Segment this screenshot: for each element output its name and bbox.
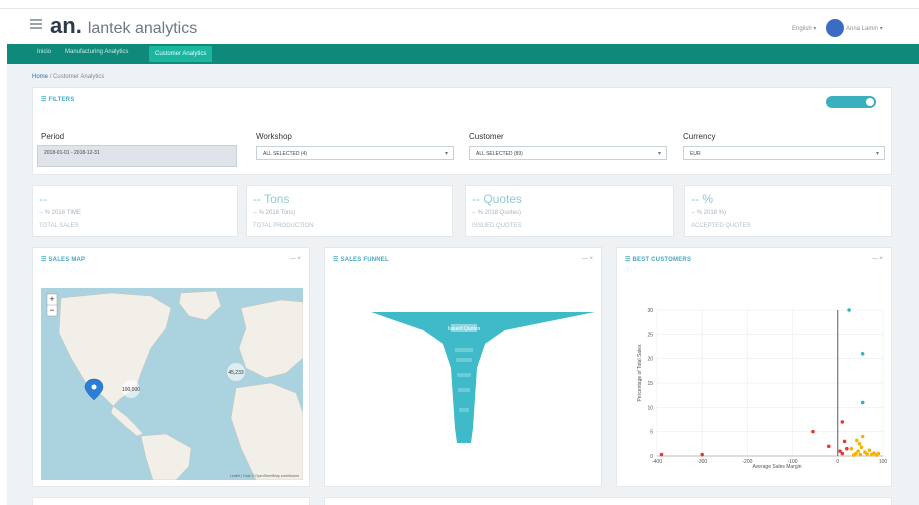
kpi-production-delta: -- % 2018 Tons) bbox=[253, 210, 296, 216]
x-tick-label: 100 bbox=[879, 459, 888, 465]
workshop-label: Workshop bbox=[256, 132, 292, 141]
funnel-chart: Issued Quotes bbox=[371, 312, 595, 443]
currency-label: Currency bbox=[683, 132, 716, 141]
zoom-in-button[interactable]: + bbox=[49, 294, 54, 304]
kpi-production-value: -- Tons bbox=[253, 192, 290, 206]
scatter-point[interactable] bbox=[860, 352, 865, 356]
scatter-point[interactable] bbox=[826, 444, 831, 449]
tab-home[interactable]: Inicio bbox=[37, 49, 51, 55]
sales-funnel-panel: ☰ SALES FUNNEL — × Issued Quotes bbox=[324, 247, 602, 487]
map-cluster-label: 100,000 bbox=[122, 387, 140, 393]
scatter-point[interactable] bbox=[840, 420, 845, 424]
kpi-quotes-label: ISSUED QUOTES bbox=[472, 223, 522, 229]
scatter-point[interactable] bbox=[865, 452, 869, 456]
kpi-sales-value: -- bbox=[39, 192, 47, 206]
sales-map-title: ☰ SALES MAP bbox=[41, 257, 86, 263]
scatter-point[interactable] bbox=[700, 452, 704, 457]
logo-mark: an bbox=[50, 13, 76, 38]
tab-manufacturing-analytics[interactable]: Manufacturing Analytics bbox=[65, 49, 128, 55]
y-tick-label: 10 bbox=[647, 405, 653, 411]
main-nav: Inicio Manufacturing Analytics Customer … bbox=[7, 44, 919, 64]
funnel-body[interactable] bbox=[371, 312, 595, 443]
scatter-point[interactable] bbox=[860, 434, 865, 439]
map-attribution: Leaflet | Data © OpenStreetMap contribut… bbox=[230, 474, 299, 478]
panel-controls[interactable]: — × bbox=[582, 256, 593, 262]
kpi-card-sales: -- -- % 2018 TIME TOTAL SALES bbox=[32, 185, 238, 237]
map-zoom-control[interactable]: + − bbox=[46, 293, 58, 317]
scatter-point[interactable] bbox=[860, 400, 865, 405]
y-tick-label: 20 bbox=[647, 357, 653, 363]
x-tick-label: 0 bbox=[836, 459, 839, 465]
kpi-sales-delta: -- % 2018 TIME bbox=[39, 210, 81, 216]
scatter-point[interactable] bbox=[876, 451, 881, 456]
kpi-accepted-value: -- % bbox=[691, 192, 713, 206]
y-axis-label: Percentage of Total Sales bbox=[637, 344, 643, 401]
top-bar: an. lantek analytics English ▾ Anna Lami… bbox=[0, 8, 919, 44]
x-tick-label: -300 bbox=[697, 459, 707, 465]
map-cluster-label: 45,233 bbox=[228, 370, 244, 376]
best-customers-panel: ☰ BEST CUSTOMERS — × 0 5 10 15 20 25 30 -400 -30… bbox=[616, 247, 892, 487]
kpi-production-label: TOTAL PRODUCTION bbox=[253, 223, 314, 229]
y-tick-label: 15 bbox=[647, 381, 653, 387]
scatter-point[interactable] bbox=[858, 452, 863, 457]
period-field[interactable]: 2018-01-01 - 2018-12-31 bbox=[37, 145, 237, 167]
scatter-point[interactable] bbox=[840, 451, 845, 456]
scatter-point[interactable] bbox=[842, 439, 847, 444]
sales-map-panel: ☰ SALES MAP — × + − 100,000 45,233 Leafl… bbox=[32, 247, 310, 487]
logo: an. lantek analytics bbox=[50, 13, 198, 38]
workshop-select[interactable]: ALL SELECTED (4) ▾ bbox=[256, 146, 454, 160]
breadcrumb-home[interactable]: Home bbox=[32, 74, 48, 80]
scatter-chart: 051015202530-400 -300 -200 -100 0 100 Average… bbox=[637, 308, 888, 470]
filters-toggle[interactable] bbox=[826, 96, 876, 108]
scatter-point[interactable] bbox=[867, 448, 872, 452]
sales-funnel-title: ☰ SALES FUNNEL bbox=[333, 257, 389, 263]
funnel-top-label: Issued Quotes bbox=[448, 326, 481, 332]
y-tick-label: 5 bbox=[650, 430, 653, 436]
scatter-point[interactable] bbox=[847, 308, 851, 312]
panel-controls[interactable]: — × bbox=[290, 256, 301, 262]
kpi-sales-label: TOTAL SALES bbox=[39, 223, 79, 229]
user-avatar[interactable] bbox=[826, 19, 844, 37]
x-axis-label: Average Sales Margin bbox=[752, 464, 801, 470]
scatter-point[interactable] bbox=[811, 429, 815, 434]
scatter-point[interactable] bbox=[851, 453, 856, 457]
scatter-point[interactable] bbox=[856, 449, 860, 453]
scatter-point[interactable] bbox=[849, 446, 854, 451]
logo-text: lantek analytics bbox=[87, 20, 198, 37]
kpi-card-accepted: -- % -- % 2018 %) ACCEPTED QUOTES bbox=[684, 185, 892, 237]
currency-select[interactable]: EUR ▾ bbox=[683, 146, 885, 160]
scatter-point[interactable] bbox=[859, 445, 864, 450]
breadcrumb: Home / Customer Analytics bbox=[32, 74, 105, 80]
filters-title: ☰ FILTERS bbox=[41, 97, 75, 103]
language-selector[interactable]: English ▾ bbox=[792, 25, 816, 32]
breadcrumb-current: Customer Analytics bbox=[53, 74, 105, 80]
customer-select[interactable]: ALL SELECTED (89) ▾ bbox=[469, 146, 667, 160]
world-map[interactable]: + − 100,000 45,233 Leaflet | Data © Open… bbox=[41, 288, 303, 480]
kpi-quotes-value: -- Quotes bbox=[472, 192, 523, 206]
scatter-point[interactable] bbox=[659, 452, 664, 457]
kpi-accepted-delta: -- % 2018 %) bbox=[691, 210, 727, 216]
y-tick-label: 25 bbox=[647, 332, 653, 338]
menu-icon[interactable] bbox=[30, 19, 42, 29]
customer-label: Customer bbox=[469, 132, 504, 141]
filters-panel: ☰ FILTERS Period Workshop Customer Curre… bbox=[32, 87, 892, 175]
y-tick-label: 30 bbox=[647, 308, 653, 314]
user-menu[interactable]: Anna Lamin ▾ bbox=[846, 25, 883, 32]
kpi-card-production: -- Tons -- % 2018 Tons) TOTAL PRODUCTION bbox=[246, 185, 453, 237]
x-tick-label: -400 bbox=[652, 459, 662, 465]
kpi-quotes-delta: -- % 2018 Quotes) bbox=[472, 210, 522, 216]
tab-customer-analytics[interactable]: Customer Analytics bbox=[149, 46, 213, 62]
bottom-panel-right bbox=[324, 497, 892, 505]
kpi-accepted-label: ACCEPTED QUOTES bbox=[691, 223, 751, 229]
scatter-point[interactable] bbox=[857, 442, 862, 446]
scatter-point[interactable] bbox=[854, 438, 859, 443]
kpi-card-quotes: -- Quotes -- % 2018 Quotes) ISSUED QUOTE… bbox=[465, 185, 674, 237]
bottom-panel-left bbox=[32, 497, 310, 505]
x-tick-label: -200 bbox=[742, 459, 752, 465]
period-label: Period bbox=[41, 132, 65, 141]
scatter-point[interactable] bbox=[845, 446, 849, 451]
zoom-out-button[interactable]: − bbox=[49, 305, 54, 315]
